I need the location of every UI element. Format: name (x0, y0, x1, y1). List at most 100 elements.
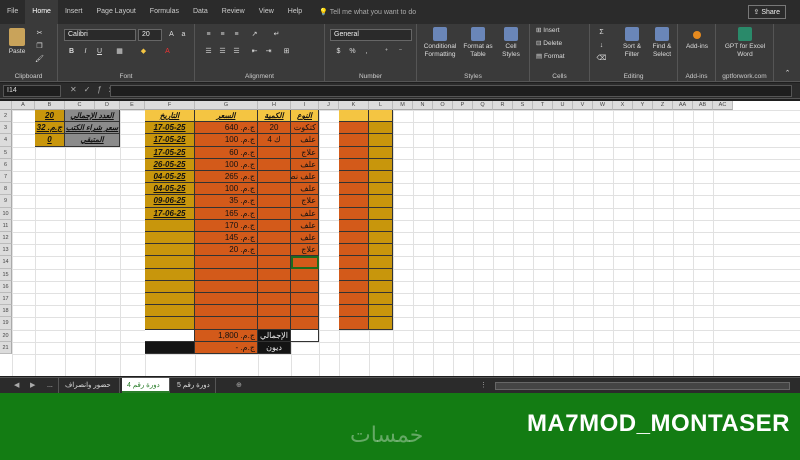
debt-blank-cell[interactable] (145, 341, 195, 354)
formula-input[interactable] (110, 85, 792, 97)
font-size-select[interactable]: 20 (138, 29, 162, 41)
row-header[interactable]: 7 (0, 171, 12, 184)
select-all-corner[interactable] (0, 101, 12, 110)
italic-button[interactable]: I (80, 46, 91, 57)
type-cell[interactable] (291, 293, 319, 306)
type-cell[interactable]: كتكوت (291, 122, 319, 135)
merge-center-icon[interactable]: ⊞ (281, 46, 292, 57)
column-header[interactable]: V (573, 101, 593, 110)
side-cell-k[interactable] (339, 146, 369, 159)
price-cell[interactable]: ج.م. 145 (195, 232, 258, 245)
side-cell-l[interactable] (369, 256, 393, 269)
column-header[interactable]: F (145, 101, 195, 110)
collapse-ribbon-icon[interactable]: ⌃ (782, 68, 793, 79)
type-cell[interactable] (291, 256, 319, 269)
gpt-for-excel-button[interactable]: GPT for Excel Word (719, 27, 771, 59)
increase-decimal-icon[interactable]: ⁺ (381, 46, 392, 57)
date-cell[interactable]: 04-05-25 (145, 183, 195, 196)
row-header[interactable]: 18 (0, 305, 12, 318)
side-cell-k[interactable] (339, 158, 369, 171)
date-cell[interactable]: 26-05-25 (145, 158, 195, 171)
side-cell-k[interactable] (339, 268, 369, 281)
date-cell[interactable] (145, 293, 195, 306)
column-header[interactable]: X (613, 101, 633, 110)
decrease-decimal-icon[interactable]: ⁻ (395, 46, 406, 57)
total-value[interactable]: ج.م. 1,800 (195, 329, 258, 342)
column-header[interactable]: P (453, 101, 473, 110)
price-cell[interactable]: ج.م. 60 (195, 146, 258, 159)
summary-total-value[interactable]: 20 (35, 110, 65, 123)
side-cell-l[interactable] (369, 244, 393, 257)
summary-cost-label[interactable]: سعر شراء الكتب (65, 122, 120, 135)
qty-cell[interactable] (258, 280, 291, 293)
tab-review[interactable]: Review (215, 0, 252, 24)
row-header[interactable]: 5 (0, 146, 12, 159)
price-cell[interactable] (195, 256, 258, 269)
row-header[interactable]: 17 (0, 293, 12, 306)
copy-icon[interactable]: ❐ (34, 41, 45, 52)
column-header[interactable]: W (593, 101, 613, 110)
row-header[interactable]: 20 (0, 329, 12, 342)
qty-cell[interactable]: ك 4 (258, 134, 291, 147)
qty-cell[interactable] (258, 232, 291, 245)
qty-cell[interactable] (258, 305, 291, 318)
side-cell-k[interactable] (339, 134, 369, 147)
delete-cells-button[interactable]: ⊟ Delete (536, 40, 562, 48)
price-cell[interactable] (195, 280, 258, 293)
date-cell[interactable] (145, 219, 195, 232)
side-cell-l[interactable] (369, 293, 393, 306)
side-cell-k[interactable] (339, 280, 369, 293)
price-cell[interactable]: ج.م. 100 (195, 134, 258, 147)
underline-button[interactable]: U (94, 46, 105, 57)
type-cell[interactable]: علف (291, 183, 319, 196)
side-cell-k[interactable] (339, 183, 369, 196)
row-header[interactable]: 21 (0, 341, 12, 354)
type-cell[interactable]: علاج (291, 146, 319, 159)
type-cell[interactable]: علف (291, 232, 319, 245)
sheet-tab-cycle-4[interactable]: دورة رقم 4 (122, 378, 170, 393)
column-header[interactable]: L (369, 101, 393, 110)
paste-button[interactable]: Paste (4, 28, 30, 56)
wrap-text-icon[interactable]: ↵ (271, 29, 282, 40)
tab-file[interactable]: File (0, 0, 25, 24)
summary-remain-label[interactable]: المتبقي (65, 134, 120, 147)
header-qty[interactable]: الكمية (258, 110, 291, 123)
debt-value[interactable]: ج.م. - (195, 341, 258, 354)
column-header[interactable]: Y (633, 101, 653, 110)
side-cell-k[interactable] (339, 317, 369, 330)
row-header[interactable]: 14 (0, 256, 12, 269)
qty-cell[interactable] (258, 207, 291, 220)
qty-cell[interactable] (258, 268, 291, 281)
sort-filter-button[interactable]: Sort & Filter (618, 27, 646, 59)
side-cell-l[interactable] (369, 280, 393, 293)
side-cell-l[interactable] (369, 158, 393, 171)
tab-help[interactable]: Help (281, 0, 309, 24)
date-cell[interactable]: 17-05-25 (145, 146, 195, 159)
total-side-blank[interactable] (291, 329, 319, 342)
side-cell-k[interactable] (339, 195, 369, 208)
column-header[interactable]: H (258, 101, 291, 110)
tab-page-layout[interactable]: Page Layout (89, 0, 142, 24)
column-header[interactable]: O (433, 101, 453, 110)
qty-cell[interactable] (258, 244, 291, 257)
side-header-l[interactable] (369, 110, 393, 123)
summary-remain-value[interactable]: 0 (35, 134, 65, 147)
column-header[interactable]: R (493, 101, 513, 110)
row-header[interactable]: 11 (0, 219, 12, 232)
date-cell[interactable]: 17-05-25 (145, 122, 195, 135)
share-button[interactable]: ⇪ Share (747, 5, 786, 19)
cancel-icon[interactable]: ✕ (70, 85, 84, 94)
price-cell[interactable]: ج.م. 265 (195, 171, 258, 184)
column-header[interactable]: K (339, 101, 369, 110)
next-sheet-icon[interactable]: ▶ (30, 378, 35, 393)
column-header[interactable]: S (513, 101, 533, 110)
enter-icon[interactable]: ✓ (84, 85, 98, 94)
row-header[interactable]: 13 (0, 244, 12, 257)
header-price[interactable]: السعر (195, 110, 258, 123)
side-cell-l[interactable] (369, 134, 393, 147)
font-name-select[interactable]: Calibri (64, 29, 136, 41)
tell-me-search[interactable]: 💡 Tell me what you want to do (319, 8, 416, 16)
side-cell-l[interactable] (369, 219, 393, 232)
total-label[interactable]: الإجمالي (258, 329, 291, 342)
side-cell-l[interactable] (369, 232, 393, 245)
